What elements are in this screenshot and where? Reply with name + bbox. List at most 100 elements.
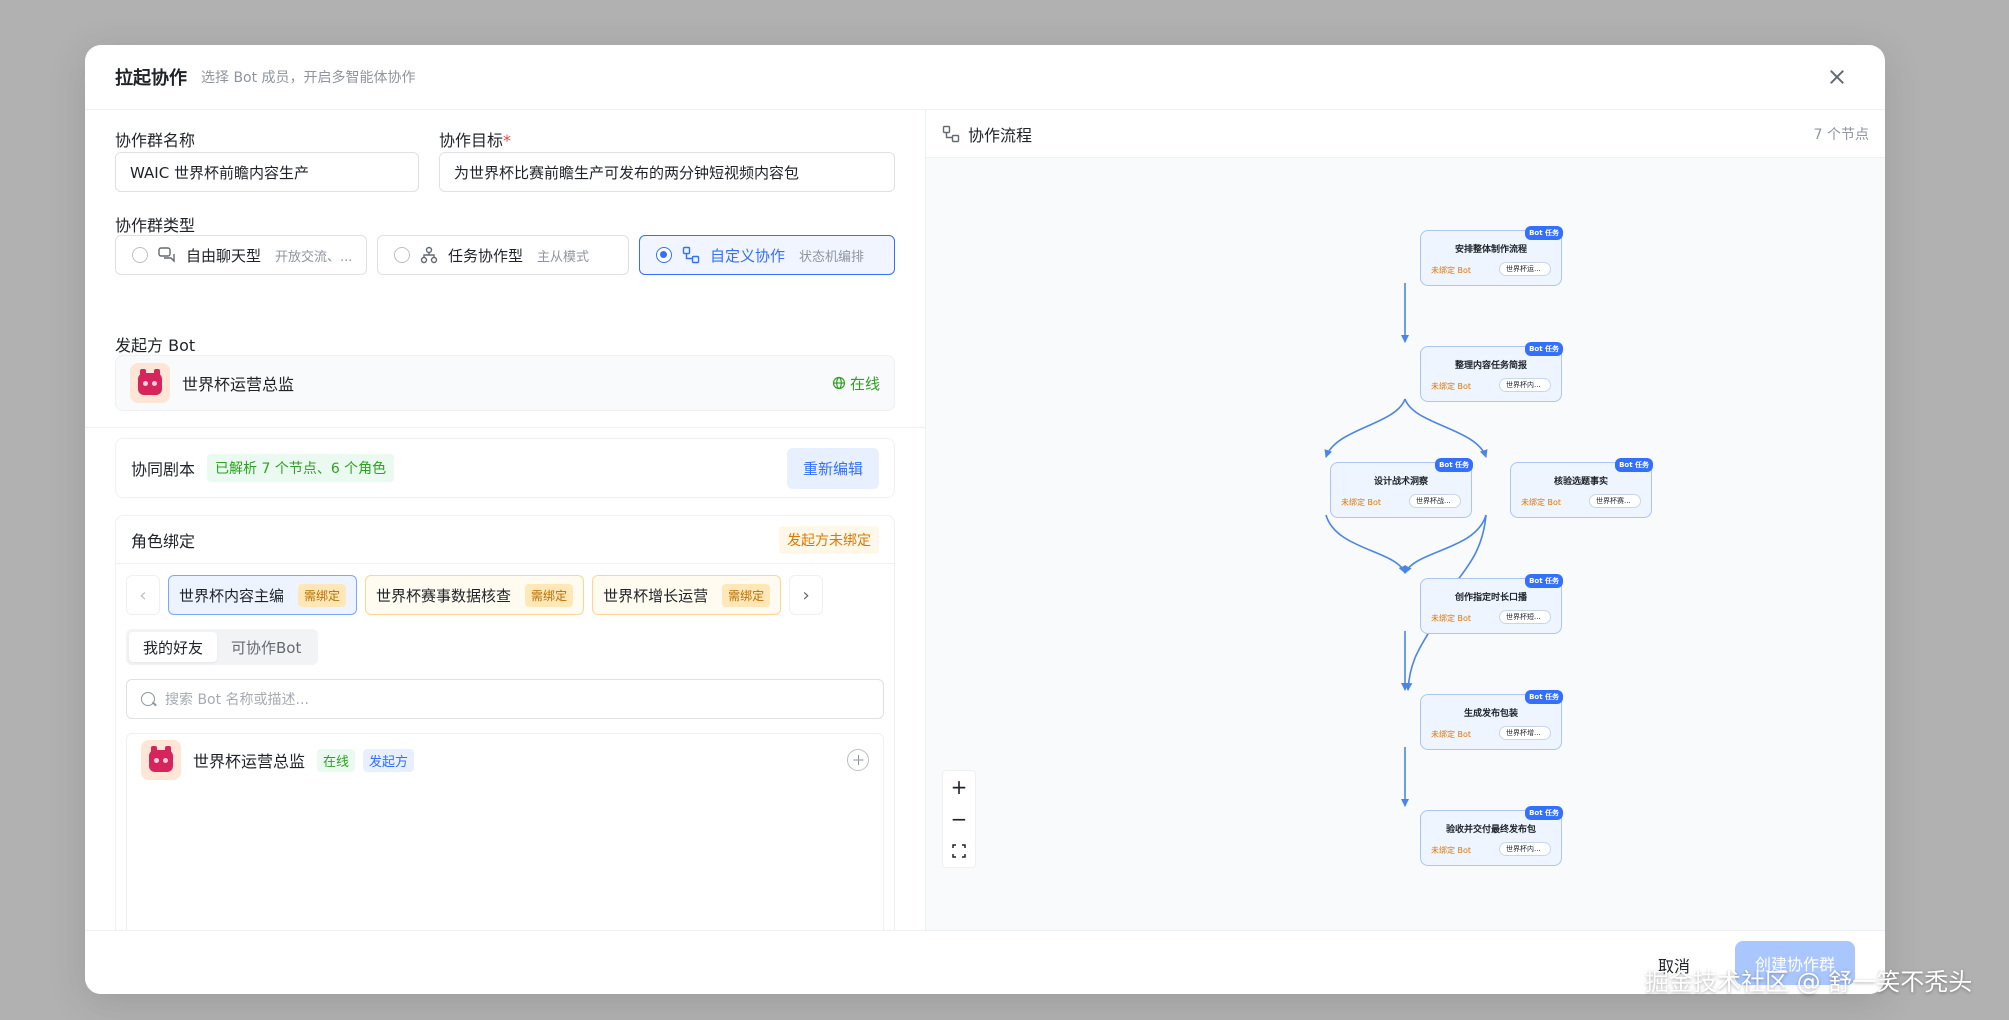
modal-header: 拉起协作 选择 Bot 成员，开启多智能体协作 bbox=[85, 45, 1885, 110]
node-title: 设计战术洞察 bbox=[1373, 477, 1428, 487]
node-badge: Bot 任务 bbox=[1615, 458, 1653, 472]
role-binding-label: 角色绑定 bbox=[131, 531, 196, 551]
node-unbound: 未绑定 Bot bbox=[1431, 846, 1472, 855]
required-mark: * bbox=[503, 131, 512, 150]
zoom-out-icon[interactable]: − bbox=[943, 803, 975, 835]
tab-collab-bots[interactable]: 可协作Bot bbox=[217, 632, 315, 662]
add-icon[interactable] bbox=[847, 749, 869, 771]
avatar bbox=[130, 363, 170, 403]
flow-edges bbox=[1324, 283, 1488, 807]
flow-node[interactable]: Bot 任务 生成发布包装 未绑定 Bot 世界杯增... bbox=[1420, 690, 1563, 750]
node-badge: Bot 任务 bbox=[1525, 806, 1563, 820]
list-item: 世界杯运营总监 在线 发起方 bbox=[127, 734, 883, 786]
node-role-pill: 世界杯运... bbox=[1499, 262, 1551, 276]
flow-panel: 协作流程 7 个节点 Bot 任务 安排整体制作流程 未绑定 Bot 世界杯运.… bbox=[925, 110, 1885, 930]
flow-node[interactable]: Bot 任务 创作指定时长口播 未绑定 Bot 世界杯短... bbox=[1420, 574, 1563, 634]
role-chip[interactable]: 世界杯内容主编 需绑定 bbox=[168, 575, 358, 615]
collab-modal: 拉起协作 选择 Bot 成员，开启多智能体协作 协作群名称 WAIC 世界杯前瞻… bbox=[85, 45, 1885, 994]
config-panel: 协作群名称 WAIC 世界杯前瞻内容生产 协作目标* 为世界杯比赛前瞻生产可发布… bbox=[85, 110, 925, 963]
avatar bbox=[141, 740, 181, 780]
node-role-pill: 世界杯短... bbox=[1499, 610, 1551, 624]
node-role-pill: 世界杯内... bbox=[1499, 842, 1551, 856]
node-badge: Bot 任务 bbox=[1525, 226, 1563, 240]
watermark: 掘金技术社区 @ 舒一笑不秃头 bbox=[1645, 968, 1973, 996]
search-icon bbox=[141, 692, 155, 706]
flow-node[interactable]: Bot 任务 安排整体制作流程 未绑定 Bot 世界杯运... bbox=[1420, 226, 1563, 286]
modal-footer: 取消 创建协作群 bbox=[85, 930, 1885, 994]
node-badge: Bot 任务 bbox=[1525, 342, 1563, 356]
needs-binding-tag: 需绑定 bbox=[298, 583, 347, 607]
zoom-in-icon[interactable]: + bbox=[943, 771, 975, 803]
group-name-label: 协作群名称 bbox=[115, 131, 196, 150]
initiator-label: 发起方 Bot bbox=[115, 336, 196, 355]
radio-icon bbox=[394, 247, 410, 263]
zoom-controls: + − bbox=[942, 770, 976, 868]
needs-binding-tag: 需绑定 bbox=[722, 583, 771, 607]
group-name-field[interactable]: WAIC 世界杯前瞻内容生产 bbox=[115, 152, 419, 192]
goal-field[interactable]: 为世界杯比赛前瞻生产可发布的两分钟短视频内容包 bbox=[439, 152, 895, 192]
node-title: 核验选题事实 bbox=[1553, 477, 1608, 487]
node-title: 创作指定时长口播 bbox=[1454, 593, 1527, 603]
script-label: 协同剧本 bbox=[131, 460, 196, 479]
type-option-custom[interactable]: 自定义协作 状态机编排 bbox=[639, 235, 895, 275]
type-option-sub: 开放交流、... bbox=[275, 249, 353, 265]
flow-node[interactable]: Bot 任务 核验选题事实 未绑定 Bot 世界杯赛... bbox=[1510, 458, 1653, 518]
close-icon[interactable] bbox=[1827, 67, 1847, 87]
radio-icon bbox=[132, 247, 148, 263]
hierarchy-icon bbox=[420, 246, 438, 264]
node-title: 验收并交付最终发布包 bbox=[1445, 825, 1536, 835]
type-option-label: 任务协作型 bbox=[448, 246, 524, 265]
type-option-label: 自定义协作 bbox=[710, 246, 786, 265]
node-title: 安排整体制作流程 bbox=[1454, 245, 1527, 255]
online-status: 在线 bbox=[832, 373, 880, 394]
type-label: 协作群类型 bbox=[115, 216, 196, 235]
chevron-left-icon[interactable]: ‹ bbox=[126, 575, 160, 615]
role-chip[interactable]: 世界杯赛事数据核查 需绑定 bbox=[365, 575, 585, 615]
role-binding-header: 角色绑定 发起方未绑定 bbox=[116, 516, 894, 564]
flow-node[interactable]: Bot 任务 验收并交付最终发布包 未绑定 Bot 世界杯内... bbox=[1420, 806, 1563, 866]
node-unbound: 未绑定 Bot bbox=[1341, 498, 1382, 507]
node-title: 生成发布包装 bbox=[1463, 709, 1518, 719]
modal-subtitle: 选择 Bot 成员，开启多智能体协作 bbox=[201, 70, 416, 86]
search-input[interactable]: 搜索 Bot 名称或描述... bbox=[126, 679, 884, 719]
node-badge: Bot 任务 bbox=[1435, 458, 1473, 472]
type-option-free-chat[interactable]: 自由聊天型 开放交流、... bbox=[115, 235, 367, 275]
goal-label: 协作目标* bbox=[439, 131, 512, 150]
flow-node[interactable]: Bot 任务 设计战术洞察 未绑定 Bot 世界杯战... bbox=[1330, 458, 1473, 518]
flow-node[interactable]: Bot 任务 整理内容任务简报 未绑定 Bot 世界杯内... bbox=[1420, 342, 1563, 402]
status-badge: 在线 bbox=[317, 748, 356, 772]
role-binding-card: 角色绑定 发起方未绑定 ‹ 世界杯内容主编 需绑定 世界杯赛事数据核查 需绑定 世界… bbox=[115, 515, 895, 963]
source-tabs: 我的好友 可协作Bot bbox=[126, 629, 319, 665]
node-role-pill: 世界杯战... bbox=[1409, 494, 1461, 508]
node-unbound: 未绑定 Bot bbox=[1431, 614, 1472, 623]
initiator-name: 世界杯运营总监 bbox=[182, 375, 295, 394]
flow-icon bbox=[682, 246, 700, 264]
node-role-pill: 世界杯增... bbox=[1499, 726, 1551, 740]
type-option-task[interactable]: 任务协作型 主从模式 bbox=[377, 235, 629, 275]
parsed-tag: 已解析 7 个节点、6 个角色 bbox=[207, 454, 395, 482]
node-role-pill: 世界杯赛... bbox=[1589, 494, 1641, 508]
chat-icon bbox=[158, 247, 175, 263]
node-role-pill: 世界杯内... bbox=[1499, 378, 1551, 392]
role-badge: 发起方 bbox=[363, 748, 415, 772]
role-chip[interactable]: 世界杯增长运营 需绑定 bbox=[592, 575, 782, 615]
tab-my-friends[interactable]: 我的好友 bbox=[129, 632, 218, 662]
type-option-sub: 状态机编排 bbox=[799, 249, 865, 265]
initiator-card: 世界杯运营总监 在线 bbox=[115, 355, 895, 411]
globe-icon bbox=[832, 376, 846, 390]
reedit-button[interactable]: 重新编辑 bbox=[786, 447, 879, 489]
warning-tag: 发起方未绑定 bbox=[779, 525, 879, 554]
modal-title: 拉起协作 bbox=[115, 68, 187, 89]
chevron-right-icon[interactable]: › bbox=[789, 575, 824, 615]
type-option-label: 自由聊天型 bbox=[186, 246, 262, 265]
node-title: 整理内容任务简报 bbox=[1454, 361, 1527, 371]
role-strip: ‹ 世界杯内容主编 需绑定 世界杯赛事数据核查 需绑定 世界杯增长运营 需绑定 › bbox=[126, 574, 886, 616]
section-divider bbox=[85, 427, 925, 428]
script-card: 协同剧本 已解析 7 个节点、6 个角色 重新编辑 bbox=[115, 438, 895, 498]
node-badge: Bot 任务 bbox=[1525, 574, 1563, 588]
node-unbound: 未绑定 Bot bbox=[1431, 266, 1472, 275]
fit-view-icon[interactable] bbox=[943, 835, 975, 867]
bot-name: 世界杯运营总监 bbox=[193, 752, 306, 771]
node-unbound: 未绑定 Bot bbox=[1521, 498, 1562, 507]
radio-icon bbox=[656, 247, 672, 263]
